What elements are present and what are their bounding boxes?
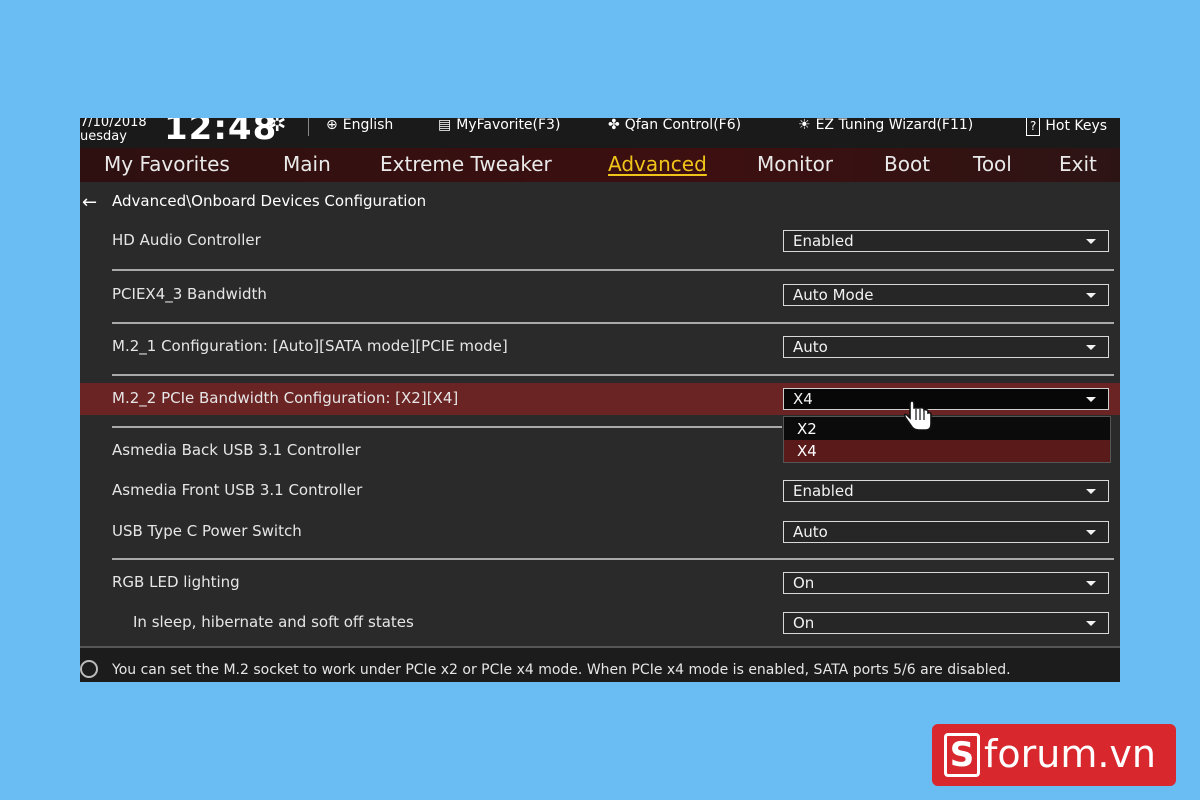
main-menu: My Favorites Main Extreme Tweaker Advanc… <box>80 148 1120 182</box>
option-label: X2 <box>797 420 817 438</box>
divider <box>112 322 1114 324</box>
select-value: Enabled <box>793 482 854 500</box>
chevron-down-icon <box>1086 397 1096 402</box>
qfan-label: Qfan Control(F6) <box>624 118 742 133</box>
sforum-logo: S forum.vn <box>932 724 1176 786</box>
option-label: X4 <box>797 442 817 460</box>
dropdown-option-x4[interactable]: X4 <box>784 440 1110 462</box>
bulb-icon: ☀ <box>798 118 811 133</box>
divider <box>112 558 1114 560</box>
m2-1-configuration-select[interactable]: Auto <box>783 336 1109 358</box>
chevron-down-icon <box>1086 581 1096 586</box>
tab-my-favorites[interactable]: My Favorites <box>104 152 230 176</box>
hand-cursor-icon <box>903 400 932 431</box>
tab-monitor[interactable]: Monitor <box>757 152 833 176</box>
sleep-states-select[interactable]: On <box>783 612 1109 634</box>
select-value: Auto <box>793 338 828 356</box>
chevron-down-icon <box>1086 239 1096 244</box>
status-bar: 7/10/2018 uesday 12:48 ✲ ⊕ English ▤ MyFav… <box>80 118 1120 148</box>
tab-advanced[interactable]: Advanced <box>608 152 707 176</box>
usb-type-c-power-select[interactable]: Auto <box>783 521 1109 543</box>
hd-audio-select[interactable]: Enabled <box>783 230 1109 252</box>
setting-label: In sleep, hibernate and soft off states <box>133 613 414 631</box>
ez-tuning-label: EZ Tuning Wizard(F11) <box>815 118 974 133</box>
tab-extreme-tweaker[interactable]: Extreme Tweaker <box>380 152 552 176</box>
tab-tool[interactable]: Tool <box>973 152 1012 176</box>
chevron-down-icon <box>1086 621 1096 626</box>
help-icon: ? <box>1026 118 1041 136</box>
dropdown-option-x2[interactable]: X2 <box>784 418 1110 440</box>
setting-label: USB Type C Power Switch <box>112 522 302 540</box>
select-value: X4 <box>793 390 813 408</box>
select-value: On <box>793 574 815 592</box>
setting-row-rgb-led[interactable]: RGB LED lighting On <box>80 567 1120 599</box>
logo-text: forum.vn <box>984 732 1157 776</box>
chevron-down-icon <box>1086 345 1096 350</box>
pciex4-bandwidth-select[interactable]: Auto Mode <box>783 284 1109 306</box>
help-bar: You can set the M.2 socket to work under… <box>80 646 1120 682</box>
chevron-down-icon <box>1086 489 1096 494</box>
select-value: Auto <box>793 523 828 541</box>
setting-label: PCIEX4_3 Bandwidth <box>112 285 267 303</box>
setting-row-usb-type-c-power[interactable]: USB Type C Power Switch Auto <box>80 516 1120 548</box>
divider <box>112 426 782 428</box>
help-text: You can set the M.2 socket to work under… <box>112 662 1011 678</box>
setting-row-hd-audio[interactable]: HD Audio Controller Enabled <box>80 225 1120 257</box>
setting-row-asmedia-front-usb[interactable]: Asmedia Front USB 3.1 Controller Enabled <box>80 475 1120 507</box>
bandwidth-dropdown-list: X2 X4 <box>783 416 1111 463</box>
divider <box>112 374 1114 376</box>
chevron-down-icon <box>1086 293 1096 298</box>
language-label: English <box>342 118 394 133</box>
tab-main[interactable]: Main <box>283 152 331 176</box>
logo-letter: S <box>944 733 980 777</box>
globe-icon: ⊕ <box>326 118 338 133</box>
chevron-down-icon <box>1086 530 1096 535</box>
tab-boot[interactable]: Boot <box>884 152 930 176</box>
back-arrow-icon[interactable]: ← <box>82 192 97 213</box>
ez-tuning-button[interactable]: ☀ EZ Tuning Wizard(F11) <box>798 118 973 134</box>
setting-label: RGB LED lighting <box>112 573 240 591</box>
setting-row-m2-2-bandwidth[interactable]: M.2_2 PCIe Bandwidth Configuration: [X2]… <box>80 383 1120 415</box>
favorites-list-icon: ▤ <box>438 118 452 133</box>
setting-label: Asmedia Front USB 3.1 Controller <box>112 481 363 499</box>
asmedia-front-usb-select[interactable]: Enabled <box>783 480 1109 502</box>
hot-keys-button[interactable]: ? Hot Keys <box>1026 118 1107 136</box>
info-icon <box>80 660 98 678</box>
language-button[interactable]: ⊕ English <box>326 118 393 134</box>
breadcrumb: Advanced\Onboard Devices Configuration <box>112 192 427 210</box>
setting-label: M.2_2 PCIe Bandwidth Configuration: [X2]… <box>112 389 459 407</box>
divider <box>308 118 309 136</box>
select-value: Auto Mode <box>793 286 874 304</box>
setting-row-pciex4-bandwidth[interactable]: PCIEX4_3 Bandwidth Auto Mode <box>80 279 1120 311</box>
day-display: uesday <box>80 129 127 144</box>
clock-display: 12:48 <box>164 118 278 148</box>
rgb-led-select[interactable]: On <box>783 572 1109 594</box>
fan-icon: ✤ <box>608 118 620 133</box>
setting-row-m2-1-configuration[interactable]: M.2_1 Configuration: [Auto][SATA mode][P… <box>80 331 1120 363</box>
setting-label: Asmedia Back USB 3.1 Controller <box>112 441 361 459</box>
hot-keys-label: Hot Keys <box>1045 118 1108 134</box>
m2-2-bandwidth-select[interactable]: X4 <box>783 388 1109 410</box>
setting-label: M.2_1 Configuration: [Auto][SATA mode][P… <box>112 337 508 355</box>
tab-exit[interactable]: Exit <box>1059 152 1097 176</box>
bios-window: 7/10/2018 uesday 12:48 ✲ ⊕ English ▤ MyFav… <box>80 118 1120 682</box>
gear-icon[interactable]: ✲ <box>268 118 286 137</box>
setting-label: HD Audio Controller <box>112 231 261 249</box>
setting-row-sleep-states[interactable]: In sleep, hibernate and soft off states … <box>80 607 1120 639</box>
qfan-control-button[interactable]: ✤ Qfan Control(F6) <box>608 118 741 134</box>
select-value: On <box>793 614 815 632</box>
myfavorite-label: MyFavorite(F3) <box>456 118 561 133</box>
select-value: Enabled <box>793 232 854 250</box>
divider <box>112 269 1114 271</box>
myfavorite-button[interactable]: ▤ MyFavorite(F3) <box>438 118 560 134</box>
